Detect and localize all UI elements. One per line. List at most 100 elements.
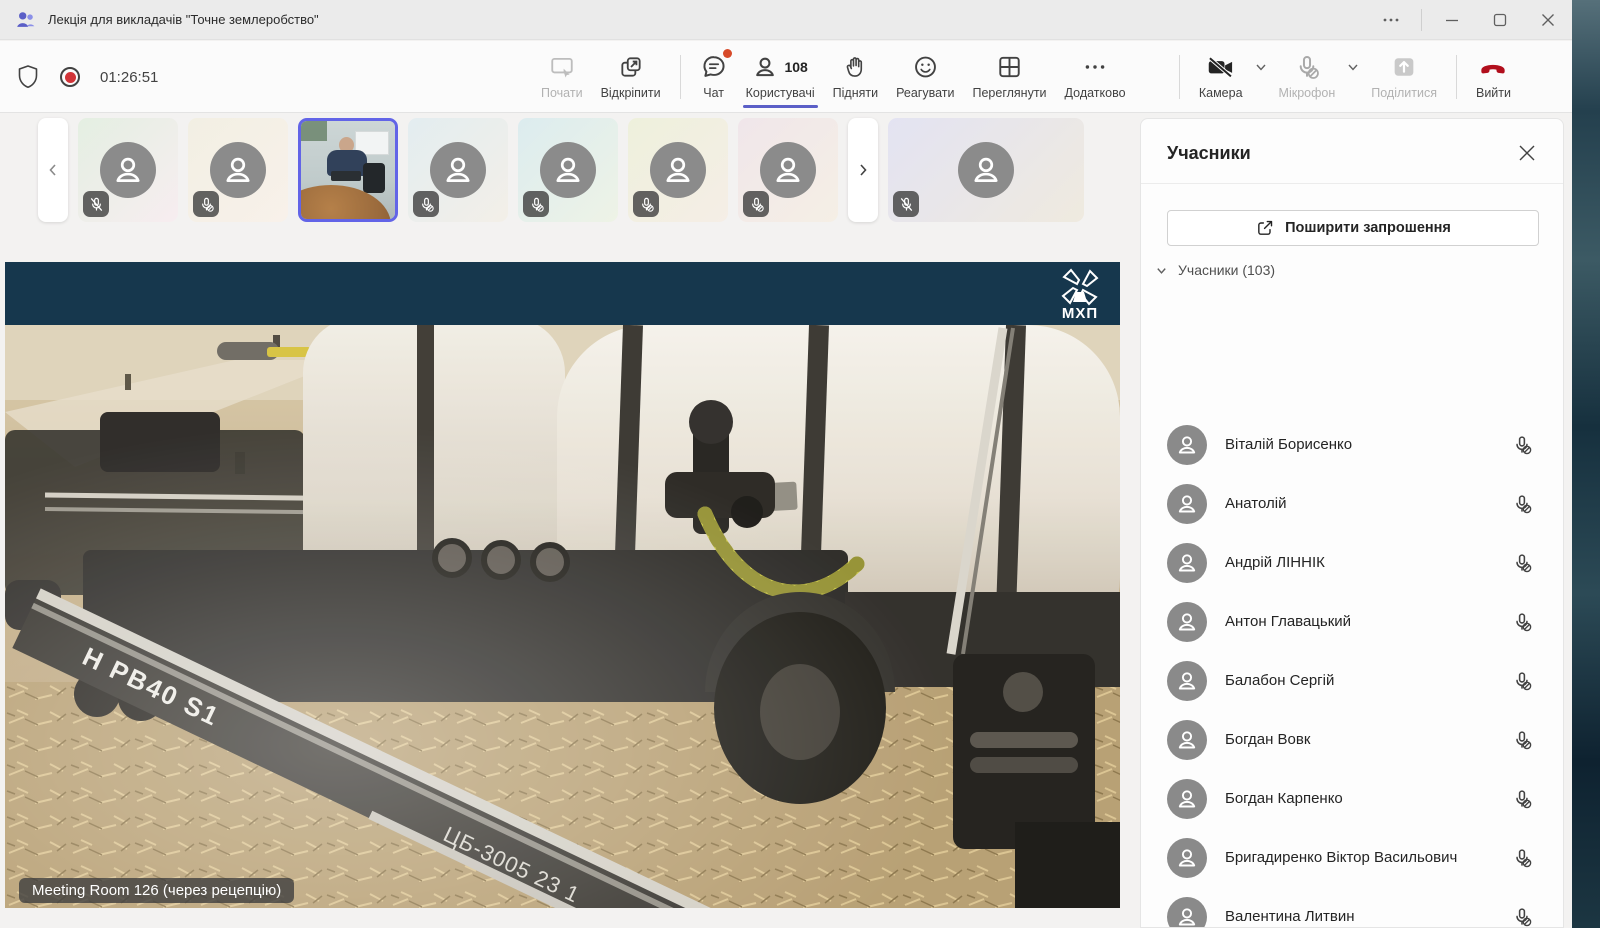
toolbar-divider [680,55,681,99]
participant-row[interactable]: Андрій ЛІННІК [1141,533,1563,592]
chat-notification-dot [723,49,732,58]
start-share-button[interactable]: Почати [532,49,592,100]
chevron-right-icon [855,162,871,178]
react-button[interactable]: Реагувати [887,49,963,100]
chat-icon [700,53,728,81]
avatar [1167,425,1207,465]
avatar [100,142,156,198]
participants-panel: Учасники Поширити запрошення Учасники (1… [1140,118,1564,928]
more-options-button[interactable]: Додатково [1056,49,1135,100]
unpin-button[interactable]: Відкріпити [592,49,670,100]
participant-tile[interactable] [518,118,618,222]
participant-row[interactable]: Богдан Карпенко [1141,769,1563,828]
mic-muted-badge [523,191,549,217]
participant-row[interactable]: Балабон Сергій [1141,651,1563,710]
security-shield-button[interactable] [16,64,40,90]
view-button[interactable]: Переглянути [963,49,1055,100]
active-speaker-tile[interactable] [298,118,398,222]
person-icon [1175,905,1199,928]
mic-muted-icon [1511,906,1533,928]
avatar [1167,838,1207,878]
speaker-video-thumbnail [301,121,395,219]
microphone-button[interactable]: Мікрофон [1270,49,1345,100]
participant-filmstrip [38,118,1084,222]
participant-tile[interactable] [628,118,728,222]
avatar [1167,484,1207,524]
participant-name: Віталій Борисенко [1225,436,1511,453]
filmstrip-prev-button[interactable] [38,118,68,222]
mic-options-chevron[interactable] [1344,51,1362,83]
titlebar-more-button[interactable] [1367,0,1415,40]
participant-row[interactable]: Богдан Вовк [1141,710,1563,769]
mic-muted-badge [743,191,769,217]
window-titlebar: Лекція для викладачів "Точне землеробств… [0,0,1572,40]
shield-icon [16,64,40,90]
toolbar-divider [1179,55,1180,99]
avatar [430,142,486,198]
minimize-button[interactable] [1428,0,1476,40]
maximize-button[interactable] [1476,0,1524,40]
participant-row[interactable]: Антон Главацький [1141,592,1563,651]
share-button[interactable]: Поділитися [1362,49,1446,100]
leave-button[interactable]: Вийти [1467,49,1520,100]
chat-button[interactable]: Чат [691,49,737,100]
share-invite-icon [1255,218,1275,238]
avatar [1167,720,1207,760]
participant-tile[interactable] [188,118,288,222]
recording-indicator-icon [60,67,80,87]
close-window-button[interactable] [1524,0,1572,40]
participants-section-label: Учасники (103) [1178,262,1275,278]
people-icon [752,53,778,81]
participant-name: Богдан Вовк [1225,731,1511,748]
camera-button[interactable]: Камера [1190,49,1252,100]
participant-name: Анатолій [1225,495,1511,512]
toolbar-divider [1456,55,1457,99]
participant-row[interactable]: Валентина Литвин [1141,887,1563,927]
participant-tile[interactable] [408,118,508,222]
avatar [760,142,816,198]
participant-row[interactable]: Віталій Борисенко [1141,415,1563,474]
participants-section-header[interactable]: Учасники (103) [1155,262,1563,278]
avatar [1167,897,1207,928]
participant-tile[interactable] [738,118,838,222]
participant-tile-wide[interactable] [888,118,1084,222]
person-icon [1175,669,1199,693]
share-invite-label: Поширити запрошення [1285,220,1451,236]
person-icon [1175,728,1199,752]
participant-name: Балабон Сергій [1225,672,1511,689]
participant-name: Антон Главацький [1225,613,1511,630]
layout-grid-icon [996,53,1023,81]
smiley-icon [912,53,939,81]
chevron-down-icon [1155,264,1168,277]
panel-title: Учасники [1167,143,1251,164]
screen-share-icon [548,54,576,80]
mic-muted-icon [1511,729,1533,751]
mic-disabled-badge [83,191,109,217]
screen: Лекція для викладачів "Точне землеробств… [0,0,1600,928]
mic-disabled-badge [893,191,919,217]
maximize-icon [1493,13,1507,27]
more-dots-icon [1382,11,1400,29]
avatar [540,142,596,198]
camera-options-chevron[interactable] [1252,51,1270,83]
desktop-wallpaper-strip [1572,0,1600,928]
avatar [210,142,266,198]
filmstrip-next-button[interactable] [848,118,878,222]
share-invite-button[interactable]: Поширити запрошення [1167,210,1539,246]
participant-row[interactable]: Анатолій [1141,474,1563,533]
mic-muted-icon [1511,552,1533,574]
mic-muted-badge [633,191,659,217]
participant-row[interactable]: Бригадиренко Віктор Васильович [1141,828,1563,887]
raise-hand-button[interactable]: Підняти [824,49,887,100]
close-icon [1541,13,1555,27]
close-panel-button[interactable] [1513,139,1541,167]
participant-list: Віталій Борисенко Анатолій Андрій ЛІННІК… [1141,415,1563,927]
participants-button[interactable]: 108 Користувачі [737,49,824,100]
participant-tile[interactable] [78,118,178,222]
person-icon [1175,787,1199,811]
main-video-stage[interactable]: Н РВ40 S1 ЦБ-3005 23 1 МХП [5,262,1120,908]
person-icon [1175,433,1199,457]
mic-muted-badge [193,191,219,217]
participant-name: Богдан Карпенко [1225,790,1511,807]
ellipsis-icon [1082,53,1108,81]
